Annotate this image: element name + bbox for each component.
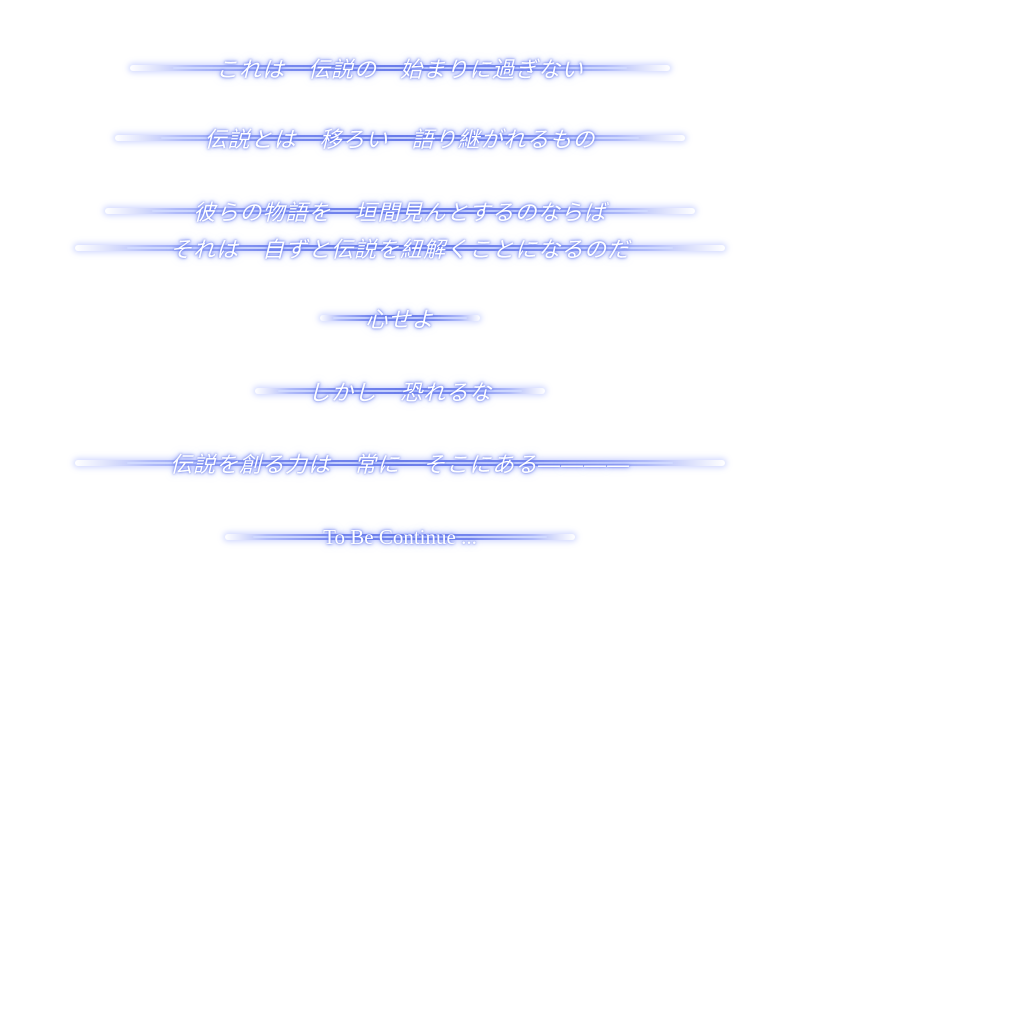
story-text: 伝説を創る力は 常に そこにある――――: [169, 453, 630, 478]
story-text: 彼らの物語を 垣間見んとするのならば: [193, 201, 607, 226]
story-line-1: これは 伝説の 始まりに過ぎない: [130, 50, 670, 86]
story-line-6: しかし 恐れるな: [255, 373, 545, 409]
story-text: 心せよ: [365, 308, 435, 333]
ending-text-screen: これは 伝説の 始まりに過ぎない 伝説とは 移ろい 語り継がれるもの 彼らの物語…: [0, 0, 1024, 1024]
story-line-7: 伝説を創る力は 常に そこにある――――: [75, 445, 725, 481]
story-line-3: 彼らの物語を 垣間見んとするのならば: [105, 193, 695, 229]
story-line-5: 心せよ: [320, 300, 480, 336]
to-be-continue-text: To Be Continue ...: [323, 524, 477, 549]
story-line-4: それは 自ずと伝説を紐解くことになるのだ: [75, 230, 725, 266]
story-text: それは 自ずと伝説を紐解くことになるのだ: [169, 238, 630, 263]
story-line-2: 伝説とは 移ろい 語り継がれるもの: [115, 120, 685, 156]
story-text: これは 伝説の 始まりに過ぎない: [215, 58, 584, 83]
story-text: 伝説とは 移ろい 語り継がれるもの: [204, 128, 596, 153]
to-be-continue-line: To Be Continue ...: [225, 519, 575, 555]
story-text: しかし 恐れるな: [307, 381, 492, 406]
